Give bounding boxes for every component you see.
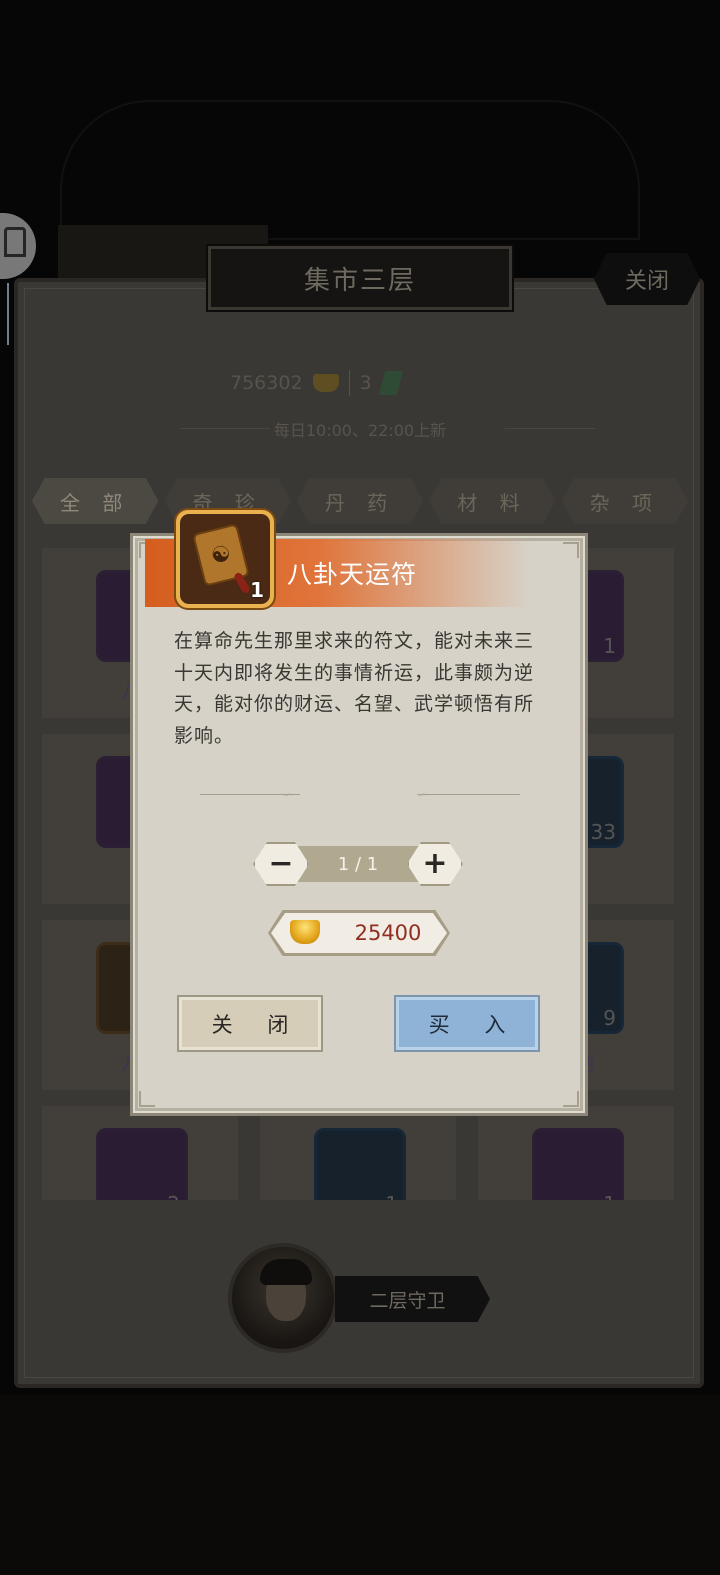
jade-amount: 3: [359, 372, 372, 394]
corner-ornament: [139, 1091, 155, 1107]
divider-ornament: ∽: [282, 787, 294, 803]
item-count: 1: [603, 634, 616, 658]
price-amount: 25400: [354, 921, 422, 945]
jade-icon: [378, 371, 403, 395]
guard-avatar[interactable]: [228, 1243, 338, 1353]
market-close-button[interactable]: 关闭: [594, 253, 700, 305]
category-tabs: 全 部 奇 珍 丹 药 材 料 杂 项: [32, 478, 689, 526]
quantity-stepper: 1 / 1 − +: [253, 842, 463, 886]
item-description: 在算命先生那里求来的符文，能对未来三十天内即将发生的事情祈运，此事颇为逆天，能对…: [174, 630, 535, 747]
item-count: 33: [590, 820, 616, 844]
divider-right: [420, 794, 520, 795]
corner-ornament: [563, 1091, 579, 1107]
item-count: 2: [167, 1192, 180, 1200]
background-building: [60, 100, 640, 240]
bagua-talisman-icon: 1: [180, 514, 270, 604]
item-icon: [314, 1128, 406, 1200]
currency-separator: [348, 370, 350, 396]
tab-materials[interactable]: 材 料: [429, 478, 556, 524]
dialog-close-button[interactable]: 关 闭: [177, 995, 323, 1052]
tab-misc[interactable]: 杂 项: [561, 478, 689, 524]
market-close-label: 关闭: [624, 269, 669, 294]
item-count: 1: [603, 1192, 616, 1200]
gold-ingot-icon: [312, 374, 339, 392]
item-icon: [532, 1128, 624, 1200]
guard-label: 二层守卫: [369, 1289, 446, 1312]
grid-item[interactable]: 2: [42, 1106, 238, 1200]
market-title-plate: 集市三层: [208, 246, 512, 310]
tab-all[interactable]: 全 部: [32, 478, 159, 524]
grid-item[interactable]: 1: [260, 1106, 456, 1200]
minus-icon: −: [268, 846, 294, 881]
refresh-note: 每日10:00、22:00上新: [273, 421, 447, 440]
item-count: 9: [603, 1006, 616, 1030]
corner-ornament: [563, 542, 579, 558]
item-count: 1: [385, 1192, 398, 1200]
tassel-shape: [233, 571, 251, 595]
side-panel-edge: [0, 283, 9, 345]
market-title: 集市三层: [303, 265, 416, 296]
currency-bar: 756302 3: [230, 368, 470, 398]
grid-item[interactable]: 1: [478, 1106, 674, 1200]
item-frame: 1: [176, 510, 274, 608]
item-name: 八卦天运符: [287, 560, 418, 589]
gold-amount: 756302: [230, 372, 303, 394]
guard-nameplate[interactable]: 二层守卫: [335, 1276, 490, 1322]
shop-icon: [4, 227, 26, 257]
gold-ingot-icon: [290, 920, 320, 944]
item-quantity: 1: [250, 578, 264, 602]
buy-button[interactable]: 买 入: [394, 995, 540, 1052]
item-icon: [96, 1128, 188, 1200]
divider-ornament: ∽: [416, 787, 428, 803]
guard-hair: [260, 1259, 312, 1285]
bottom-navigation: [0, 1395, 720, 1575]
tab-elixirs[interactable]: 丹 药: [296, 478, 424, 524]
plus-icon: +: [422, 846, 448, 881]
price-display: 25400: [268, 910, 450, 956]
